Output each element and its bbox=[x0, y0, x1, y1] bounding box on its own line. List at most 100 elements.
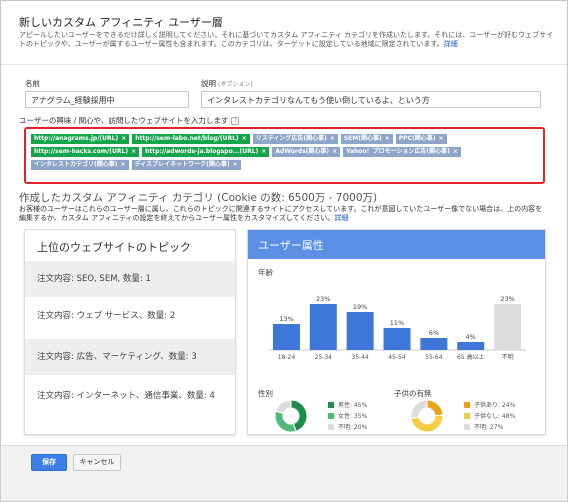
legend-label: 女性: 35% bbox=[338, 412, 368, 420]
interest-tag-label: PPC(関心事) bbox=[398, 135, 436, 142]
legend-swatch bbox=[464, 402, 470, 408]
remove-tag-icon[interactable]: × bbox=[385, 134, 390, 144]
legend-label: 不明: 20% bbox=[338, 424, 368, 431]
interest-tag-label: インタレストカテゴリ(関心事) bbox=[34, 161, 118, 168]
topic-row: 注文内容: SEO, SEM, 数量: 1 bbox=[25, 261, 235, 297]
age-bar bbox=[272, 324, 300, 350]
interest-tag-label: SEM(関心事) bbox=[343, 135, 382, 142]
remove-tag-icon[interactable]: × bbox=[131, 147, 136, 157]
interest-tag-label: AdWords(関心事) bbox=[275, 148, 330, 155]
age-bar bbox=[346, 312, 374, 350]
dialog-description-text: アピールしたいユーザーをできるだけ詳しく説明してください。それに基づいてカスタム… bbox=[19, 31, 554, 48]
interest-tag: http://sem-labo.net/blog/(URL) × bbox=[132, 134, 250, 144]
description-field[interactable]: インタレストカテゴリなんてもう使い倒しているよ、という方 bbox=[201, 91, 541, 108]
age-bar-label: 19% bbox=[353, 303, 367, 311]
donut-slice bbox=[274, 410, 297, 433]
interest-tag: http://anagrams.jp/(URL) × bbox=[31, 134, 130, 144]
remove-tag-icon[interactable]: × bbox=[453, 147, 458, 157]
topic-row: 注文内容: 広告、マーケティング、数量: 3 bbox=[25, 339, 235, 375]
topic-row: 注文内容: インターネット、通信事業、数量: 4 bbox=[37, 391, 215, 401]
age-bar-label: 6% bbox=[429, 329, 439, 337]
interests-label-text: ユーザーの興味 / 関心や、訪問したウェブサイトを入力します bbox=[19, 116, 229, 125]
age-bar-label: 13% bbox=[279, 315, 293, 323]
interest-tag-label: リスティング広告(関心事) bbox=[255, 135, 327, 142]
demographics-header: ユーザー属性 bbox=[248, 230, 545, 259]
age-bar-label: 4% bbox=[466, 333, 476, 341]
custom-affinity-dialog: 新しいカスタム アフィニティ ユーザー層 アピールしたいユーザーをできるだけ詳し… bbox=[0, 0, 568, 502]
age-bar-label: 11% bbox=[390, 319, 404, 327]
interest-tag-label: http://anagrams.jp/(URL) bbox=[34, 135, 119, 142]
demographics-title: ユーザー属性 bbox=[258, 239, 324, 252]
remove-tag-icon[interactable]: × bbox=[330, 134, 335, 144]
interests-label: ユーザーの興味 / 関心や、訪問したウェブサイトを入力します? bbox=[19, 115, 240, 126]
remove-tag-icon[interactable]: × bbox=[332, 147, 337, 157]
legend-swatch bbox=[464, 413, 470, 419]
interest-tag-label: ディスプレイネットワーク(関心事) bbox=[134, 161, 230, 168]
description-label-text: 説明 bbox=[201, 79, 216, 88]
age-bar-chart: 13% 18-24 23% 25-34 19% 35-44 11% 45-54 6% 55-64 4… bbox=[268, 295, 526, 361]
dialog-title: 新しいカスタム アフィニティ ユーザー層 bbox=[19, 16, 223, 29]
summary-details-link[interactable]: 詳細 bbox=[334, 214, 348, 222]
details-link[interactable]: 詳細 bbox=[444, 40, 458, 48]
interest-tag: AdWords(関心事) × bbox=[272, 147, 341, 157]
legend-swatch bbox=[328, 413, 334, 419]
name-label: 名前 bbox=[25, 79, 40, 88]
interest-tag: Yahoo！プロモーション広告(関心事) × bbox=[343, 147, 461, 157]
age-tick-label: 55-64 bbox=[425, 354, 443, 361]
interest-tag: ディスプレイネットワーク(関心事) × bbox=[131, 160, 241, 170]
age-label: 年齢 bbox=[258, 268, 273, 277]
interest-tag: PPC(関心事) × bbox=[395, 134, 447, 144]
legend-swatch bbox=[328, 424, 334, 430]
age-bar bbox=[383, 328, 411, 350]
interests-tag-input[interactable]: http://anagrams.jp/(URL) × http://sem-labo… bbox=[24, 127, 545, 184]
gender-donut-chart: 男性: 45% 女性: 35% 不明: 20% bbox=[274, 399, 368, 433]
remove-tag-icon[interactable]: × bbox=[438, 134, 443, 144]
donut-slice bbox=[275, 399, 292, 415]
legend-label: 男性: 45% bbox=[338, 401, 368, 409]
age-tick-label: 不明 bbox=[502, 354, 514, 361]
interest-tag: http://sem-hacks.com/(URL) × bbox=[31, 147, 140, 157]
donut-slice bbox=[426, 399, 444, 417]
age-bar-label: 23% bbox=[316, 295, 330, 303]
interest-tag: SEM(関心事) × bbox=[340, 134, 393, 144]
save-button[interactable]: 保存 bbox=[31, 454, 67, 471]
optional-note: (オプション) bbox=[218, 81, 253, 88]
help-icon[interactable]: ? bbox=[231, 117, 240, 125]
interest-tag: インタレストカテゴリ(関心事) × bbox=[31, 160, 129, 170]
legend-swatch bbox=[464, 424, 470, 430]
interest-tag-label: http://sem-labo.net/blog/(URL) bbox=[135, 135, 239, 142]
age-tick-label: 25-34 bbox=[315, 354, 333, 361]
summary-title: 作成したカスタム アフィニティ カテゴリ (Cookie の数: 6500万 -… bbox=[19, 192, 378, 204]
remove-tag-icon[interactable]: × bbox=[261, 147, 266, 157]
remove-tag-icon[interactable]: × bbox=[233, 160, 238, 170]
summary-text: お客様のユーザーはこれらのユーザー層に属し、これらのトピックに関連するサイトにア… bbox=[19, 205, 543, 222]
name-field[interactable]: アナグラム_経験採用中 bbox=[25, 91, 189, 108]
dialog-description: アピールしたいユーザーをできるだけ詳しく説明してください。それに基づいてカスタム… bbox=[19, 31, 555, 49]
remove-tag-icon[interactable]: × bbox=[121, 134, 126, 144]
age-bar bbox=[457, 342, 485, 350]
description-label: 説明 (オプション) bbox=[201, 78, 253, 89]
age-bar-label: 23% bbox=[500, 295, 514, 303]
interest-tag-label: http://adwords-ja.blogspo...(URL) bbox=[145, 148, 259, 155]
interest-tag-label: Yahoo！プロモーション広告(関心事) bbox=[346, 148, 450, 155]
age-bar bbox=[309, 304, 337, 350]
age-bar bbox=[494, 304, 522, 350]
legend-swatch bbox=[328, 402, 334, 408]
topic-row: 注文内容: ウェブ サービス、数量: 2 bbox=[37, 311, 176, 321]
kids-donut-chart: 子供あり: 24% 子供なし: 48% 不明: 27% bbox=[410, 399, 516, 433]
age-tick-label: 65 歳以上 bbox=[457, 353, 485, 361]
interest-tag: http://adwords-ja.blogspo...(URL) × bbox=[142, 147, 270, 157]
interest-tag-label: http://sem-hacks.com/(URL) bbox=[34, 148, 129, 155]
summary-description: お客様のユーザーはこれらのユーザー層に属し、これらのトピックに関連するサイトにア… bbox=[19, 205, 549, 222]
legend-label: 子供なし: 48% bbox=[474, 412, 516, 420]
remove-tag-icon[interactable]: × bbox=[121, 160, 126, 170]
remove-tag-icon[interactable]: × bbox=[242, 134, 247, 144]
age-tick-label: 35-44 bbox=[351, 354, 369, 361]
cancel-button[interactable]: キャンセル bbox=[73, 454, 121, 471]
demographics-card: ユーザー属性 年齢 13% 18-24 23% 25-34 19% 35-44 11% 45-… bbox=[247, 229, 546, 435]
topics-title: 上位のウェブサイトのトピック bbox=[37, 241, 191, 254]
legend-label: 子供あり: 24% bbox=[474, 401, 516, 409]
age-tick-label: 45-54 bbox=[388, 354, 406, 361]
tag-list: http://anagrams.jp/(URL) × http://sem-labo… bbox=[31, 134, 543, 170]
age-bar bbox=[420, 338, 448, 350]
